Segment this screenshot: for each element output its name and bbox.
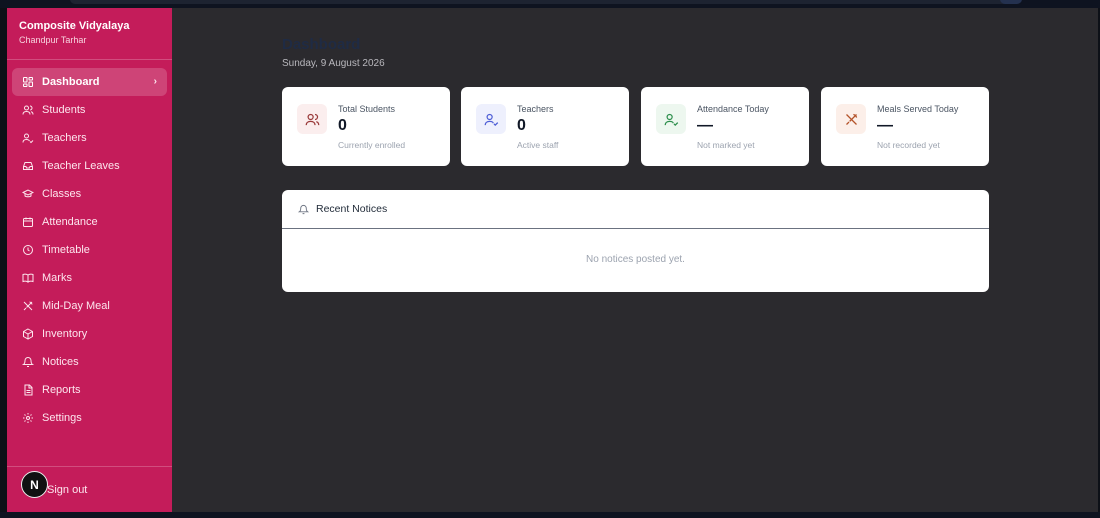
stat-label: Teachers [517,104,554,114]
sidebar-item-dashboard[interactable]: Dashboard › [12,68,167,96]
sidebar-item-settings[interactable]: Settings [12,404,167,432]
sidebar-item-attendance[interactable]: Attendance [12,208,167,236]
sidebar-item-label: Dashboard [42,76,100,88]
sidebar-item-timetable[interactable]: Timetable [12,236,167,264]
sign-out-label: Sign out [47,484,88,496]
app-window: Composite Vidyalaya Chandpur Tarhar Dash… [7,8,1098,512]
notices-empty-state: No notices posted yet. [586,254,685,265]
page-date: Sunday, 9 August 2026 [282,58,385,69]
stat-subtext: Active staff [517,140,559,150]
stat-subtext: Currently enrolled [338,140,406,150]
main-content: Dashboard Sunday, 9 August 2026 Total St… [172,8,1098,512]
gear-icon [22,412,34,424]
sidebar-item-inventory[interactable]: Inventory [12,320,167,348]
sidebar-item-notices[interactable]: Notices [12,348,167,376]
sidebar-divider [7,59,172,60]
sidebar-item-label: Teacher Leaves [42,160,120,172]
stat-subtext: Not marked yet [697,140,755,150]
file-icon [22,384,34,396]
address-bar[interactable] [70,0,1020,4]
sidebar-item-marks[interactable]: Marks [12,264,167,292]
sidebar-item-label: Notices [42,356,79,368]
user-check-icon [22,132,34,144]
browser-bottom-bar [0,512,1100,518]
stat-value: — [697,117,713,134]
clock-icon [22,244,34,256]
sidebar-item-students[interactable]: Students [12,96,167,124]
inbox-icon [22,160,34,172]
brand-subtitle: Chandpur Tarhar [19,35,87,45]
bell-icon [298,204,309,215]
sidebar-item-label: Reports [42,384,81,396]
sidebar-item-mid-day-meal[interactable]: Mid-Day Meal [12,292,167,320]
stat-label: Attendance Today [697,104,769,114]
utensils-icon [836,104,866,134]
brand: Composite Vidyalaya Chandpur Tarhar [19,20,129,45]
recent-notices-panel: Recent Notices No notices posted yet. [282,190,989,292]
sidebar-item-label: Inventory [42,328,88,340]
chevron-right-icon: › [153,76,157,87]
notices-title: Recent Notices [316,203,388,215]
user-check-icon [656,104,686,134]
sidebar-item-label: Mid-Day Meal [42,300,110,312]
stat-value: — [877,117,893,134]
sidebar-item-label: Classes [42,188,82,200]
stat-value: 0 [517,117,526,134]
stat-card-total-students: Total Students 0 Currently enrolled [282,87,450,166]
stat-value: 0 [338,117,347,134]
browser-top-bar [0,0,1100,8]
sidebar-item-teacher-leaves[interactable]: Teacher Leaves [12,152,167,180]
n-avatar-badge[interactable]: N [21,471,48,498]
sidebar-item-label: Attendance [42,216,98,228]
sidebar-item-classes[interactable]: Classes [12,180,167,208]
browser-profile-button[interactable] [1000,0,1022,4]
stat-card-meals-served-today: Meals Served Today — Not recorded yet [821,87,989,166]
sidebar-item-label: Timetable [42,244,90,256]
stat-card-attendance-today: Attendance Today — Not marked yet [641,87,809,166]
graduation-cap-icon [22,188,34,200]
user-check-icon [476,104,506,134]
bell-icon [22,356,34,368]
calendar-icon [22,216,34,228]
sidebar-divider [7,466,172,467]
stat-card-teachers: Teachers 0 Active staff [461,87,629,166]
dashboard-grid-icon [22,76,34,88]
sidebar-item-label: Marks [42,272,72,284]
sidebar-item-label: Teachers [42,132,87,144]
sidebar-item-teachers[interactable]: Teachers [12,124,167,152]
brand-name: Composite Vidyalaya [19,20,130,32]
users-icon [22,104,34,116]
page-title: Dashboard [282,36,361,53]
sidebar-item-label: Students [42,104,86,116]
box-icon [22,328,34,340]
utensils-icon [22,300,34,312]
sidebar-item-reports[interactable]: Reports [12,376,167,404]
stat-subtext: Not recorded yet [877,140,940,150]
users-icon [297,104,327,134]
notices-header: Recent Notices [282,190,989,229]
sidebar-item-label: Settings [42,412,82,424]
book-icon [22,272,34,284]
stat-label: Meals Served Today [877,104,959,114]
sidebar-nav: Dashboard › Students Teachers Teacher Le… [12,68,167,432]
sidebar: Composite Vidyalaya Chandpur Tarhar Dash… [7,8,172,512]
stat-label: Total Students [338,104,396,114]
